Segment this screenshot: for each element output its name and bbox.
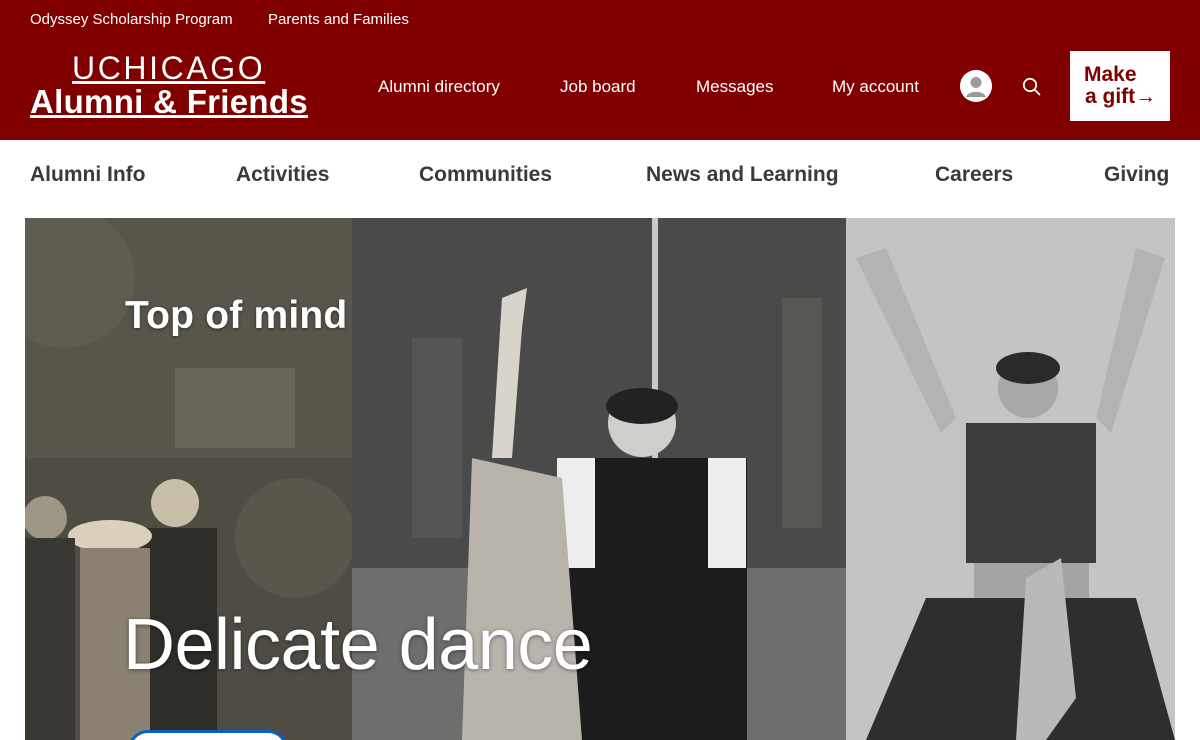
site-header: Odyssey Scholarship Program Parents and … (0, 0, 1200, 140)
gift-button-line1: Make (1084, 63, 1137, 86)
utility-link-odyssey[interactable]: Odyssey Scholarship Program (30, 11, 233, 28)
hero-banner: Top of mind Delicate dance (25, 218, 1175, 740)
make-a-gift-button[interactable]: Make a gift→ (1070, 51, 1170, 121)
arrow-right-icon: → (1135, 85, 1157, 108)
secnav-alumni-info[interactable]: Alumni Info (30, 163, 145, 187)
nav-my-account[interactable]: My account (832, 77, 919, 97)
secnav-communities[interactable]: Communities (419, 163, 552, 187)
hero-cta-button[interactable] (128, 730, 288, 740)
nav-alumni-directory[interactable]: Alumni directory (378, 77, 500, 97)
secondary-nav: Alumni Info Activities Communities News … (0, 140, 1200, 218)
nav-messages[interactable]: Messages (696, 77, 773, 97)
gift-button-line2-text: a gift (1085, 85, 1136, 108)
secnav-news-and-learning[interactable]: News and Learning (646, 163, 839, 187)
hero-eyebrow: Top of mind (125, 294, 348, 337)
site-logo[interactable]: UCHICAGO Alumni & Friends (30, 52, 308, 120)
secnav-careers[interactable]: Careers (935, 163, 1013, 187)
nav-job-board[interactable]: Job board (560, 77, 636, 97)
logo-wordmark-alumni: Alumni & Friends (30, 83, 308, 120)
logo-wordmark-uchicago: UCHICAGO (72, 50, 266, 86)
gift-button-line2: a gift→ (1084, 86, 1170, 108)
hero-photo-right (846, 218, 1175, 740)
secnav-activities[interactable]: Activities (236, 163, 329, 187)
utility-link-parents[interactable]: Parents and Families (268, 11, 409, 28)
search-icon[interactable] (1020, 75, 1044, 99)
secnav-giving[interactable]: Giving (1104, 163, 1169, 187)
hero-title: Delicate dance (123, 605, 593, 685)
user-avatar-icon[interactable] (960, 70, 992, 102)
